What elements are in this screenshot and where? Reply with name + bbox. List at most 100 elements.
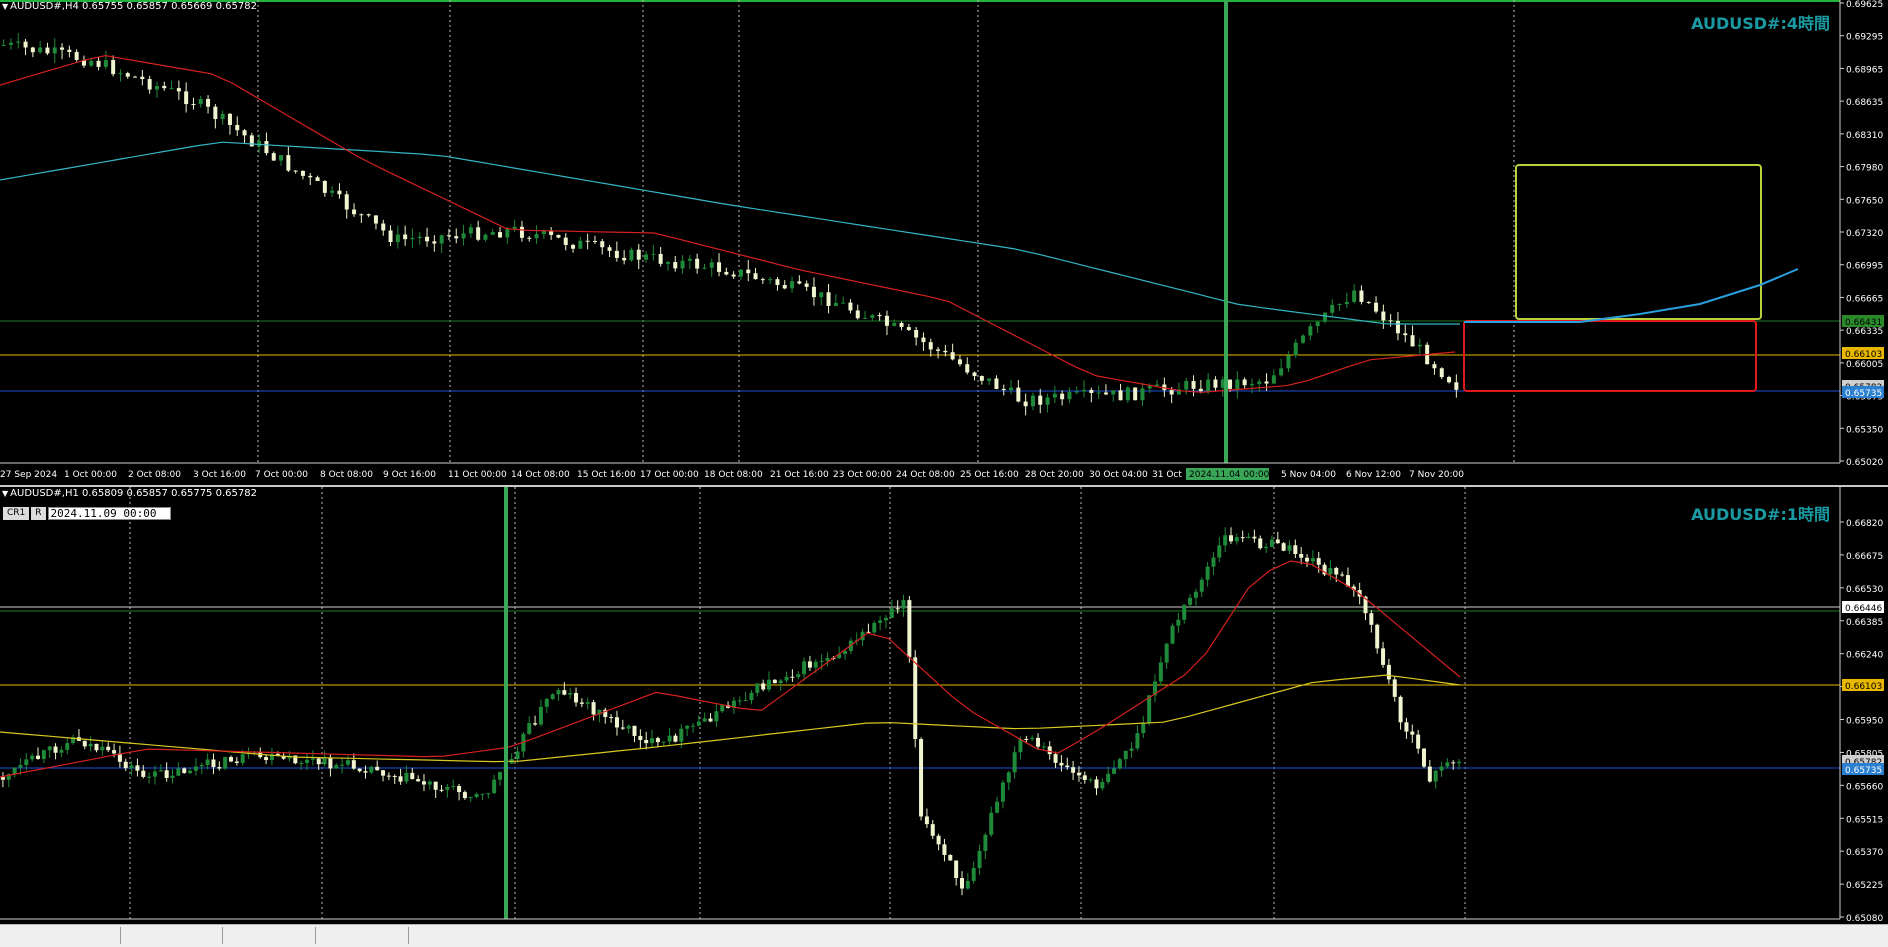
collapse-triangle-icon[interactable]: ▼	[2, 489, 8, 498]
candle-body	[1417, 344, 1422, 347]
candle-body	[373, 215, 378, 224]
candle-body	[687, 258, 692, 261]
candle-body	[936, 349, 941, 351]
candle-body	[0, 777, 5, 780]
candle-body	[1018, 738, 1023, 753]
collapse-triangle-icon[interactable]: ▼	[2, 2, 8, 11]
candle-body	[638, 735, 643, 741]
h1-chart-title: AUDUSD#:1時間	[1691, 505, 1830, 524]
candle-body	[1439, 368, 1444, 378]
h4-chart-pane[interactable]: 0.69625 0.69295 0.68965 0.68635 0.68310 0.679…	[0, 0, 1888, 485]
candle-body	[1193, 591, 1198, 598]
candle-body	[1140, 388, 1145, 401]
candle-body	[708, 718, 713, 722]
candle-body	[607, 247, 612, 251]
candle-body	[310, 758, 315, 760]
candle-body	[1045, 397, 1050, 405]
candle-body	[135, 765, 140, 771]
chart-tab[interactable]	[222, 927, 223, 944]
candle-body	[1112, 768, 1117, 774]
price-tick-label: 0.65020	[1846, 458, 1883, 468]
candle-body	[315, 177, 320, 181]
candle-body	[1398, 696, 1403, 723]
candle-body	[717, 262, 722, 272]
candle-body	[322, 180, 327, 193]
candle-body	[743, 700, 748, 702]
candle-body	[833, 302, 838, 307]
candle-body	[96, 60, 101, 67]
candle-body	[299, 763, 304, 765]
candle-body	[913, 657, 918, 740]
candle-body	[1182, 604, 1187, 620]
price-tick-label: 0.66530	[1846, 585, 1883, 595]
price-tick-label: 0.66665	[1846, 294, 1883, 304]
candle-body	[977, 850, 982, 868]
candle-body	[1071, 767, 1076, 773]
candle-body	[1316, 558, 1321, 565]
time-tick-label: 1 Oct 00:00	[64, 470, 117, 480]
candle-body	[1359, 290, 1364, 302]
candle-body	[357, 768, 362, 772]
candle-body	[826, 292, 831, 307]
candle-body	[1133, 387, 1138, 401]
candle-body	[665, 262, 670, 264]
price-label-blue: 0.65735	[1845, 766, 1882, 776]
time-tick-label: 8 Oct 08:00	[320, 470, 373, 480]
h1-chart-canvas[interactable]: 0.668200.666750.665300.663850.662400.660…	[0, 487, 1888, 924]
candle-body	[784, 676, 789, 681]
candle-body	[1340, 574, 1345, 576]
h1-chart-pane[interactable]: 0.668200.666750.665300.663850.662400.660…	[0, 487, 1888, 924]
candle-body	[614, 717, 619, 728]
time-tick-label: 18 Oct 08:00	[704, 470, 763, 480]
time-tick-label: 11 Oct 00:00	[448, 470, 507, 480]
candle-body	[753, 273, 758, 280]
candle-body	[1135, 733, 1140, 749]
candle-body	[737, 700, 742, 702]
candle-body	[568, 693, 573, 695]
candle-body	[1052, 393, 1057, 398]
candle-body	[199, 764, 204, 767]
time-jump-input[interactable]	[47, 507, 171, 520]
time-jump-control: CR1 R	[3, 507, 171, 520]
candle-body	[965, 880, 970, 889]
candle-body	[264, 757, 269, 761]
candle-body	[1088, 779, 1093, 781]
candle-body	[1287, 545, 1292, 551]
candle-body	[366, 214, 371, 216]
candle-body	[386, 775, 391, 777]
price-tick-label: 0.66335	[1846, 327, 1883, 337]
cr1-button[interactable]: CR1	[3, 507, 30, 520]
r-button[interactable]: R	[31, 507, 46, 520]
candle-body	[88, 743, 93, 747]
candle-body	[67, 49, 72, 52]
candle-body	[1246, 536, 1251, 538]
candle-body	[433, 781, 438, 790]
time-tick-label: 6 Nov 12:00	[1346, 470, 1401, 480]
candle-body	[359, 214, 364, 216]
candle-body	[538, 706, 543, 725]
candle-body	[591, 702, 596, 715]
h4-chart-header: ▼ AUDUSD#,H4 0.65755 0.65857 0.65669 0.65…	[2, 1, 257, 12]
candle-body	[877, 315, 882, 317]
candle-body	[1100, 782, 1105, 789]
price-tick-label: 0.65350	[1846, 425, 1883, 435]
time-tick-label: 3 Oct 16:00	[193, 470, 246, 480]
candle-body	[622, 257, 627, 261]
candle-body	[1228, 379, 1233, 389]
h4-chart-canvas[interactable]: 0.69625 0.69295 0.68965 0.68635 0.68310 0.679…	[0, 0, 1888, 485]
candle-body	[82, 740, 87, 747]
candle-body	[483, 234, 488, 240]
candle-body	[1036, 737, 1041, 747]
candle-body	[52, 47, 57, 54]
chart-tab[interactable]	[408, 927, 409, 944]
chart-tab[interactable]	[315, 927, 316, 944]
candle-body	[1344, 301, 1349, 305]
moving-average-cyan	[0, 141, 1460, 325]
candle-body	[1240, 537, 1245, 539]
chart-tab[interactable]	[120, 927, 121, 944]
candle-body	[1439, 766, 1444, 771]
candle-body	[24, 759, 29, 765]
candle-body	[872, 622, 877, 633]
candle-body	[328, 757, 333, 769]
candle-body	[235, 124, 240, 131]
